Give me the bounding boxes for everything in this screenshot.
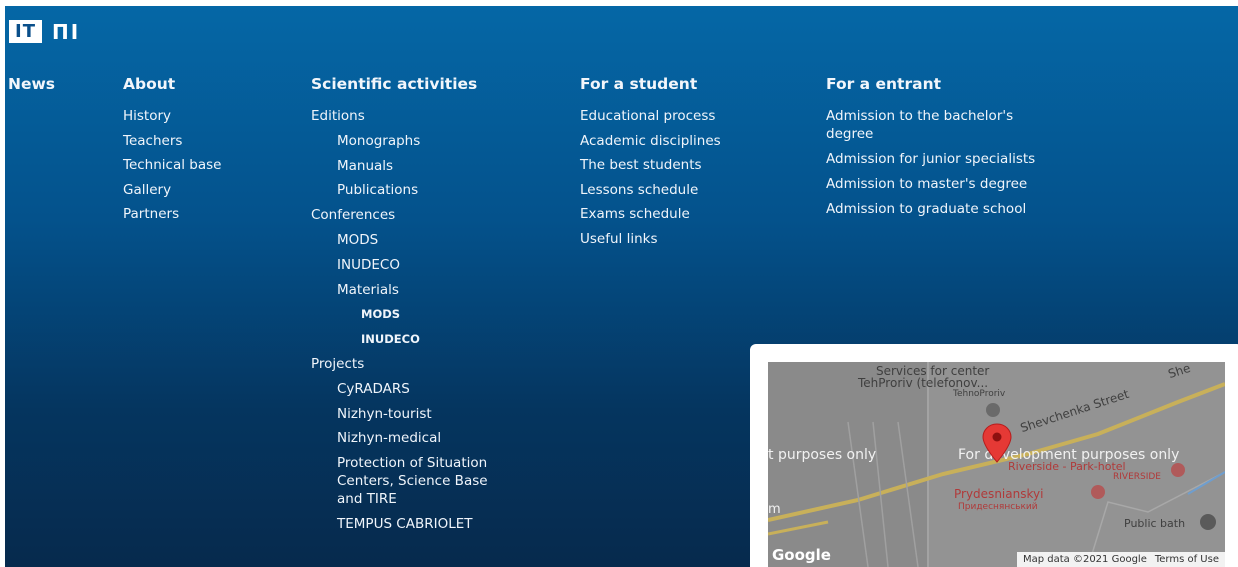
map-label-tehnoproriv: TehnoProriv [953,389,1006,399]
google-map[interactable]: Services for center TehProriv (telefonov… [768,362,1225,567]
science-link-mods[interactable]: MODS [337,232,378,248]
science-link-nizhyn-tourist[interactable]: Nizhyn-tourist [337,406,432,422]
logo-text: ПІ [51,19,81,44]
science-link-materials[interactable]: Materials [337,282,399,298]
science-link-materials-inudeco[interactable]: INUDECO [361,332,420,346]
student-link-academic-disciplines[interactable]: Academic disciplines [580,133,721,149]
science-link-conferences[interactable]: Conferences [311,207,395,223]
map-data-credit: Map data ©2021 Google [1022,554,1147,565]
about-column: About History Teachers Technical base Ga… [123,75,221,230]
entrant-link-graduate-school[interactable]: Admission to graduate school [826,201,1026,217]
science-link-manuals[interactable]: Manuals [337,158,393,174]
student-link-educational-process[interactable]: Educational process [580,108,715,124]
student-column: For a student Educational process Academ… [580,75,721,254]
science-heading[interactable]: Scientific activities [311,75,477,93]
science-link-publications[interactable]: Publications [337,182,418,198]
science-link-monographs[interactable]: Monographs [337,133,420,149]
entrant-link-master[interactable]: Admission to master's degree [826,176,1027,192]
entrant-heading[interactable]: For a entrant [826,75,941,93]
site-logo[interactable]: IT ПІ [9,20,80,43]
student-heading[interactable]: For a student [580,75,697,93]
science-link-materials-mods[interactable]: MODS [361,307,400,321]
student-link-lessons-schedule[interactable]: Lessons schedule [580,182,698,198]
about-list: History Teachers Technical base Gallery … [123,107,221,223]
map-pin-icon[interactable] [980,422,1014,464]
about-link-gallery[interactable]: Gallery [123,182,171,198]
entrant-link-junior-specialists[interactable]: Admission for junior specialists [826,151,1035,167]
student-list: Educational process Academic disciplines… [580,107,721,248]
google-logo: Google [772,546,831,564]
map-label-prydesnianskyi-sub: Придеснянський [958,502,1038,512]
map-label-riverside-sub: RIVERSIDE [1113,472,1161,482]
science-link-projects[interactable]: Projects [311,356,364,372]
about-link-history[interactable]: History [123,108,171,124]
science-link-editions[interactable]: Editions [311,108,365,124]
map-widget: Services for center TehProriv (telefonov… [750,344,1238,567]
science-list: Editions Monographs Manuals Publications… [311,107,541,533]
science-link-nizhyn-medical[interactable]: Nizhyn-medical [337,430,441,446]
student-link-best-students[interactable]: The best students [580,157,702,173]
entrant-list: Admission to the bachelor's degree Admis… [826,107,1056,218]
science-column: Scientific activities Editions Monograph… [311,75,541,540]
map-watermark-left: t purposes only [768,447,877,463]
about-link-teachers[interactable]: Teachers [123,133,182,149]
science-link-protection[interactable]: Protection of Situation Centers, Science… [337,455,488,507]
science-link-tempus[interactable]: TEMPUS CABRIOLET [337,516,473,532]
map-terms-link[interactable]: Terms of Use [1155,554,1219,565]
map-label-prydesnianskyi: Prydesnianskyi [954,487,1044,501]
news-link[interactable]: News [8,75,55,93]
map-label-public-bath: Public bath [1124,517,1186,530]
map-label-tehproriv: TehProriv (telefonov... [858,376,989,390]
science-link-inudeco[interactable]: INUDECO [337,257,400,273]
news-column: News [8,75,55,97]
science-link-cyradars[interactable]: CyRADARS [337,381,410,397]
about-heading[interactable]: About [123,75,175,93]
entrant-column: For a entrant Admission to the bachelor'… [826,75,1056,225]
student-link-useful-links[interactable]: Useful links [580,231,657,247]
logo-box: IT [9,20,42,43]
about-link-partners[interactable]: Partners [123,206,179,222]
site-footer: IT ПІ News About History Teachers Techni… [5,6,1238,567]
entrant-link-bachelor[interactable]: Admission to the bachelor's degree [826,108,1013,142]
map-edge-letter: m [768,502,781,517]
about-link-technical-base[interactable]: Technical base [123,157,221,173]
student-link-exams-schedule[interactable]: Exams schedule [580,206,690,222]
map-footer: Map data ©2021 Google Terms of Use [1016,552,1225,567]
